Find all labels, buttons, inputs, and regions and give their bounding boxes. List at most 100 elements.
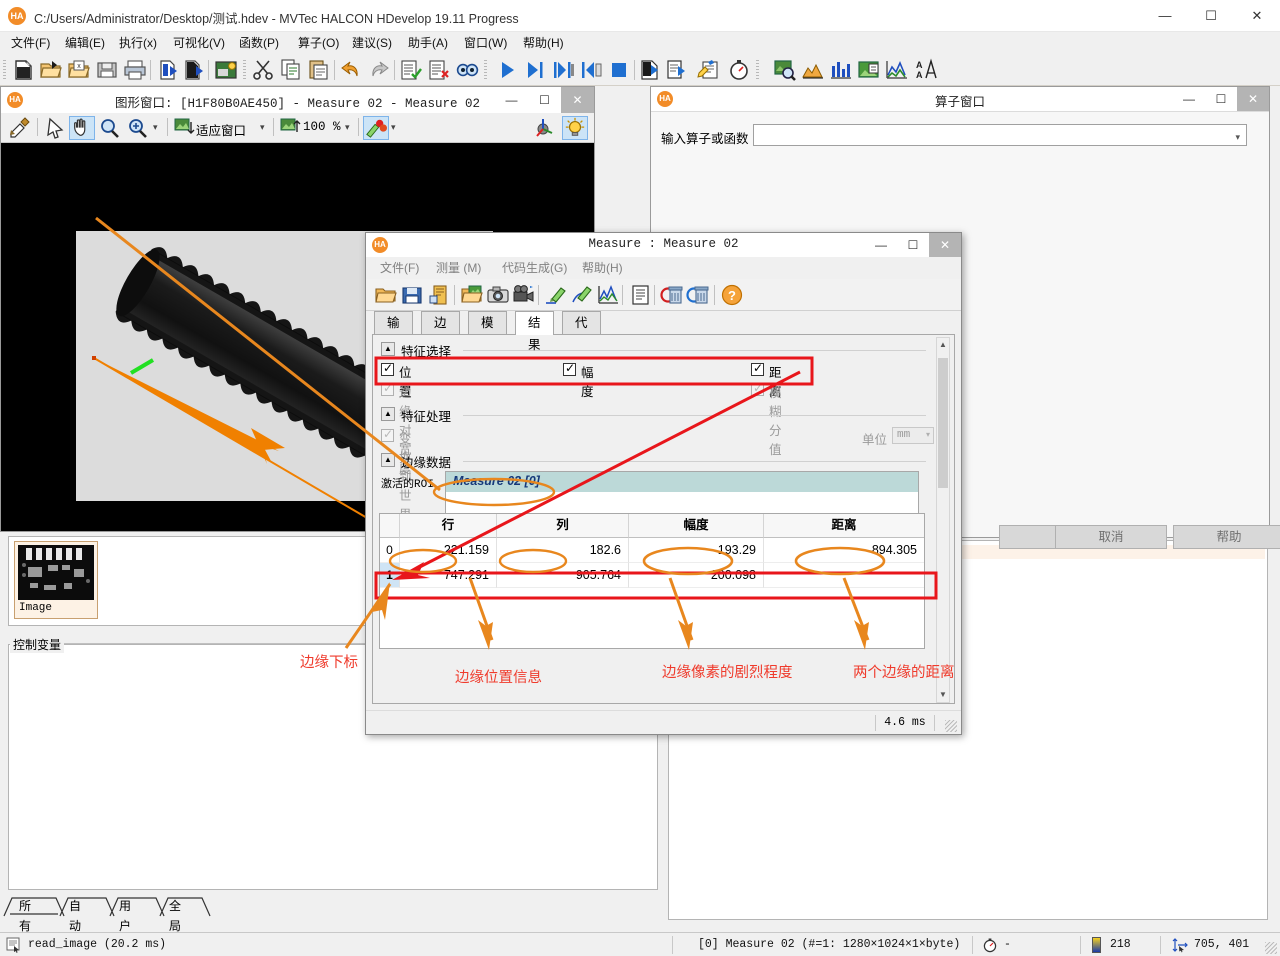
magnifier-plus-icon[interactable] [125, 116, 151, 140]
unit-select[interactable]: mm ▾ [892, 427, 934, 444]
measure-close-button[interactable]: ✕ [929, 233, 961, 257]
scroll-down-icon[interactable]: ▼ [937, 688, 949, 702]
color-dropdown-icon[interactable]: ▾ [391, 122, 396, 133]
resize-grip-icon[interactable] [1265, 942, 1277, 954]
resize-grip-icon[interactable] [945, 720, 957, 732]
measure-tab-input[interactable]: 输入 [374, 311, 413, 352]
toolbar-grip[interactable] [3, 60, 6, 80]
open-program-icon[interactable] [38, 57, 64, 83]
measure-menu-codegen[interactable]: 代码生成(G) [494, 260, 575, 276]
toolbar-grip[interactable] [484, 60, 487, 80]
menu-procedures[interactable]: 函数(P) [232, 35, 286, 52]
feature-plot-icon[interactable] [884, 57, 910, 83]
delete-roi-blue-icon[interactable] [686, 283, 710, 307]
measure-minimize-button[interactable]: — [865, 233, 897, 257]
measure-tab-results[interactable]: 结果 [515, 311, 554, 352]
fit-window-icon[interactable] [173, 116, 195, 140]
edit-window-icon[interactable] [213, 57, 239, 83]
graphics-minimize-button[interactable]: — [495, 87, 528, 113]
live-camera-icon[interactable] [512, 283, 536, 307]
measure-tab-codegen[interactable]: 代码生成 [562, 311, 601, 396]
operator-minimize-button[interactable]: — [1173, 87, 1205, 111]
open-recent-icon[interactable]: x [66, 57, 92, 83]
operator-close-button[interactable]: ✕ [1237, 87, 1269, 111]
run-icon[interactable] [494, 57, 520, 83]
close-button[interactable]: ✕ [1234, 0, 1280, 32]
table-row[interactable]: 1 747.291 905.764 200.098 [380, 563, 924, 588]
menu-execute[interactable]: 执行(x) [112, 35, 164, 52]
copy-icon[interactable] [278, 57, 304, 83]
delete-roi-red-icon[interactable] [660, 283, 684, 307]
results-table-header-amplitude[interactable]: 幅度 [629, 514, 764, 538]
profile-plot-icon[interactable] [596, 283, 620, 307]
menu-assistants[interactable]: 助手(A) [401, 35, 455, 52]
3d-axes-icon[interactable] [530, 116, 556, 140]
operator-input-field[interactable] [758, 127, 1224, 143]
open-image-icon[interactable] [460, 283, 484, 307]
collapse-icon[interactable]: ▲ [381, 453, 395, 467]
step-out-icon[interactable] [578, 57, 604, 83]
zoom-level-icon[interactable] [279, 116, 301, 140]
stop-icon[interactable] [606, 57, 632, 83]
chevron-down-icon[interactable]: ▾ [926, 430, 930, 439]
fit-mode-dropdown-icon[interactable]: ▾ [260, 122, 265, 133]
measure-panel-scrollbar[interactable]: ▲ ▼ [936, 337, 950, 703]
font-icon[interactable]: AA [912, 57, 938, 83]
uncomment-icon[interactable] [426, 57, 452, 83]
menu-visualization[interactable]: 可视化(V) [166, 35, 232, 52]
operator-maximize-button[interactable]: ☐ [1205, 87, 1237, 111]
measure-menu-file[interactable]: 文件(F) [372, 260, 427, 276]
comment-icon[interactable] [398, 57, 424, 83]
find-icon[interactable] [454, 57, 480, 83]
measure-maximize-button[interactable]: ☐ [897, 233, 929, 257]
arrow-select-icon[interactable] [43, 116, 69, 140]
variable-thumbnail-card[interactable]: Image [14, 541, 98, 619]
image-inspect-icon[interactable] [772, 57, 798, 83]
maximize-button[interactable]: ☐ [1188, 0, 1234, 32]
step-over-icon[interactable] [522, 57, 548, 83]
gray-histogram-icon[interactable] [800, 57, 826, 83]
measure-tab-edges[interactable]: 边缘 [421, 311, 460, 352]
collapse-icon[interactable]: ▲ [381, 342, 395, 356]
toolbar-grip[interactable] [756, 60, 759, 80]
operator-input-combo[interactable]: ▾ [753, 124, 1247, 146]
magnifier-icon[interactable] [97, 116, 123, 140]
measure-menu-help[interactable]: 帮助(H) [574, 260, 631, 276]
lightbulb-icon[interactable] [562, 116, 588, 140]
checkbox-distance-box[interactable]: ✓ [751, 362, 764, 376]
menu-suggestions[interactable]: 建议(S) [345, 35, 399, 52]
graphics-close-button[interactable]: ✕ [561, 87, 594, 113]
insert-operator-icon[interactable] [638, 57, 664, 83]
menu-file[interactable]: 文件(F) [4, 35, 57, 52]
draw-line-icon[interactable] [544, 283, 568, 307]
op-help-button[interactable]: 帮助 [1173, 525, 1280, 549]
graphics-maximize-button[interactable]: ☐ [528, 87, 561, 113]
checkbox-amplitude-box[interactable]: ✓ [563, 362, 576, 376]
stopwatch-icon[interactable] [726, 57, 752, 83]
chevron-down-icon[interactable]: ▾ [1235, 132, 1240, 143]
menu-edit[interactable]: 编辑(E) [58, 35, 112, 52]
undo-icon[interactable] [338, 57, 364, 83]
open-folder-icon[interactable] [374, 283, 398, 307]
paint-color-icon[interactable] [363, 116, 389, 140]
menu-operators[interactable]: 算子(O) [291, 35, 346, 52]
table-row[interactable]: 0 221.159 182.6 -193.29 894.305 [380, 538, 924, 563]
results-table-header-distance[interactable]: 距离 [764, 514, 924, 538]
checkbox-position-box[interactable]: ✓ [381, 362, 394, 376]
redo-icon[interactable] [366, 57, 392, 83]
export-icon[interactable] [182, 57, 208, 83]
minimize-button[interactable]: — [1142, 0, 1188, 32]
histogram-icon[interactable] [828, 57, 854, 83]
step-into-icon[interactable] [550, 57, 576, 83]
list-icon[interactable] [628, 283, 652, 307]
scroll-up-icon[interactable]: ▲ [937, 338, 949, 352]
menu-help[interactable]: 帮助(H) [516, 35, 571, 52]
results-table-header-row[interactable]: 行 [400, 514, 497, 538]
new-program-icon[interactable] [10, 57, 36, 83]
insert-comment-icon[interactable] [696, 57, 722, 83]
print-icon[interactable] [122, 57, 148, 83]
results-table[interactable]: 行 列 幅度 距离 0 221.159 182.6 -193.29 894.30… [379, 513, 925, 649]
image-variable-icon[interactable] [856, 57, 882, 83]
collapse-icon[interactable]: ▲ [381, 407, 395, 421]
toolbar-grip[interactable] [243, 60, 246, 80]
